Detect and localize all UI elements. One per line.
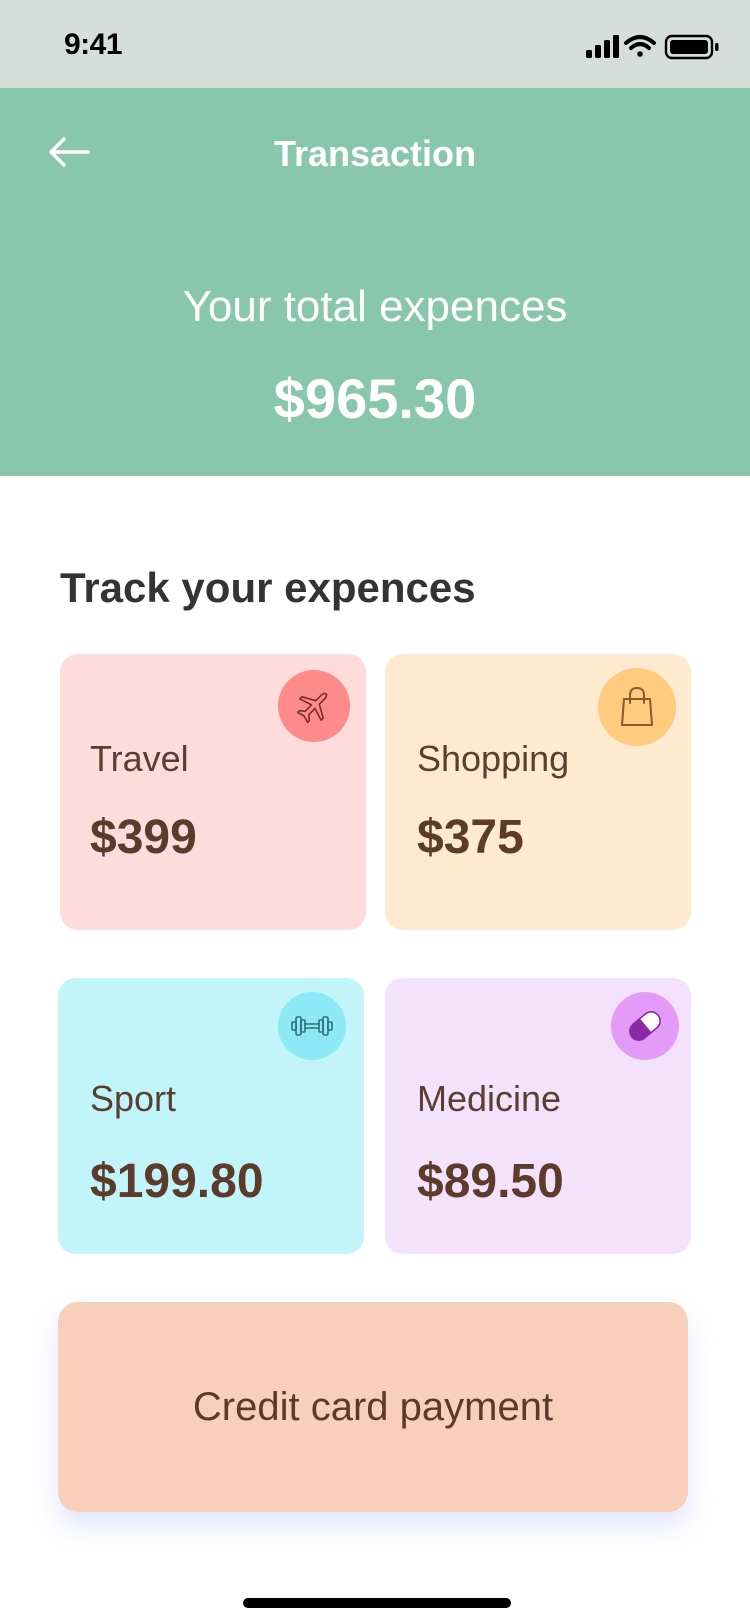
status-icons — [586, 32, 726, 62]
section-title: Track your expences — [60, 564, 476, 611]
pill-icon — [611, 992, 679, 1060]
expense-card-medicine[interactable]: Medicine $89.50 — [385, 978, 691, 1254]
credit-card-payment-button[interactable]: Credit card payment — [58, 1302, 688, 1512]
page-title: Transaction — [273, 133, 477, 174]
expense-card-label: Travel — [90, 738, 189, 779]
expense-card-label: Medicine — [417, 1078, 562, 1119]
expense-card-shopping[interactable]: Shopping $375 — [385, 654, 691, 930]
shopping-bag-icon — [598, 668, 676, 746]
status-time: 9:41 — [64, 28, 123, 61]
expense-card-travel[interactable]: Travel $399 — [60, 654, 366, 930]
expense-card-sport[interactable]: Sport $199.80 — [58, 978, 364, 1254]
expense-card-label: Shopping — [417, 738, 570, 779]
expense-card-amount: $375 — [417, 811, 524, 864]
credit-card-payment-label: Credit card payment — [192, 1384, 554, 1429]
total-expenses-amount: $965.30 — [273, 367, 477, 430]
total-expenses-label: Your total expences — [182, 282, 568, 331]
dumbbell-icon — [278, 992, 346, 1060]
airplane-icon — [278, 670, 350, 742]
cellular-signal-icon — [586, 35, 619, 58]
wifi-icon — [624, 35, 656, 57]
expense-card-amount: $199.80 — [90, 1155, 264, 1208]
expense-card-amount: $399 — [90, 811, 197, 864]
battery-icon — [664, 34, 719, 60]
home-indicator — [243, 1598, 511, 1608]
status-bar: 9:41 — [0, 0, 750, 88]
expense-card-label: Sport — [90, 1078, 177, 1119]
expense-card-amount: $89.50 — [417, 1155, 564, 1208]
